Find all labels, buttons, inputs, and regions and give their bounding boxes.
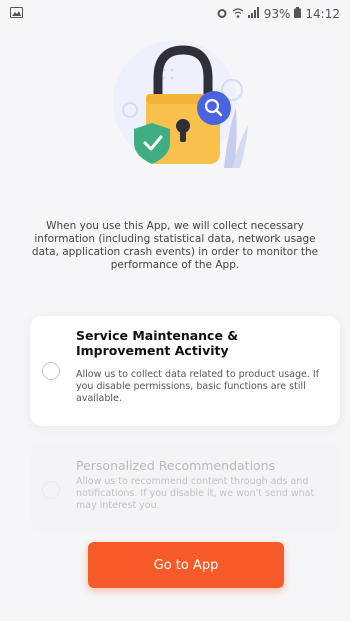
intro-text: When you use this App, we will collect n…: [31, 220, 319, 271]
radio-personalized-recommendations[interactable]: [42, 481, 60, 499]
radio-service-maintenance[interactable]: [42, 362, 60, 380]
battery-icon: [294, 7, 302, 21]
signal-icon: [247, 7, 260, 21]
option-title: Personalized Recommendations: [76, 458, 276, 473]
go-to-app-button[interactable]: Go to App: [88, 542, 284, 588]
battery-percent: 93%: [263, 7, 291, 21]
status-bar: 93% 14:12: [0, 0, 350, 28]
gallery-icon: [10, 7, 23, 21]
option-title: Service Maintenance & Improvement Activi…: [76, 328, 239, 358]
clock: 14:12: [305, 7, 340, 21]
option-service-maintenance[interactable]: Service Maintenance & Improvement Activi…: [30, 316, 340, 426]
wifi-icon: [232, 7, 244, 22]
alarm-icon: [216, 7, 228, 22]
option-description: Allow us to recommend content through ad…: [76, 476, 315, 511]
privacy-illustration: [0, 30, 350, 200]
option-description: Allow us to collect data related to prod…: [76, 369, 320, 404]
option-personalized-recommendations[interactable]: Personalized Recommendations Allow us to…: [30, 444, 340, 532]
